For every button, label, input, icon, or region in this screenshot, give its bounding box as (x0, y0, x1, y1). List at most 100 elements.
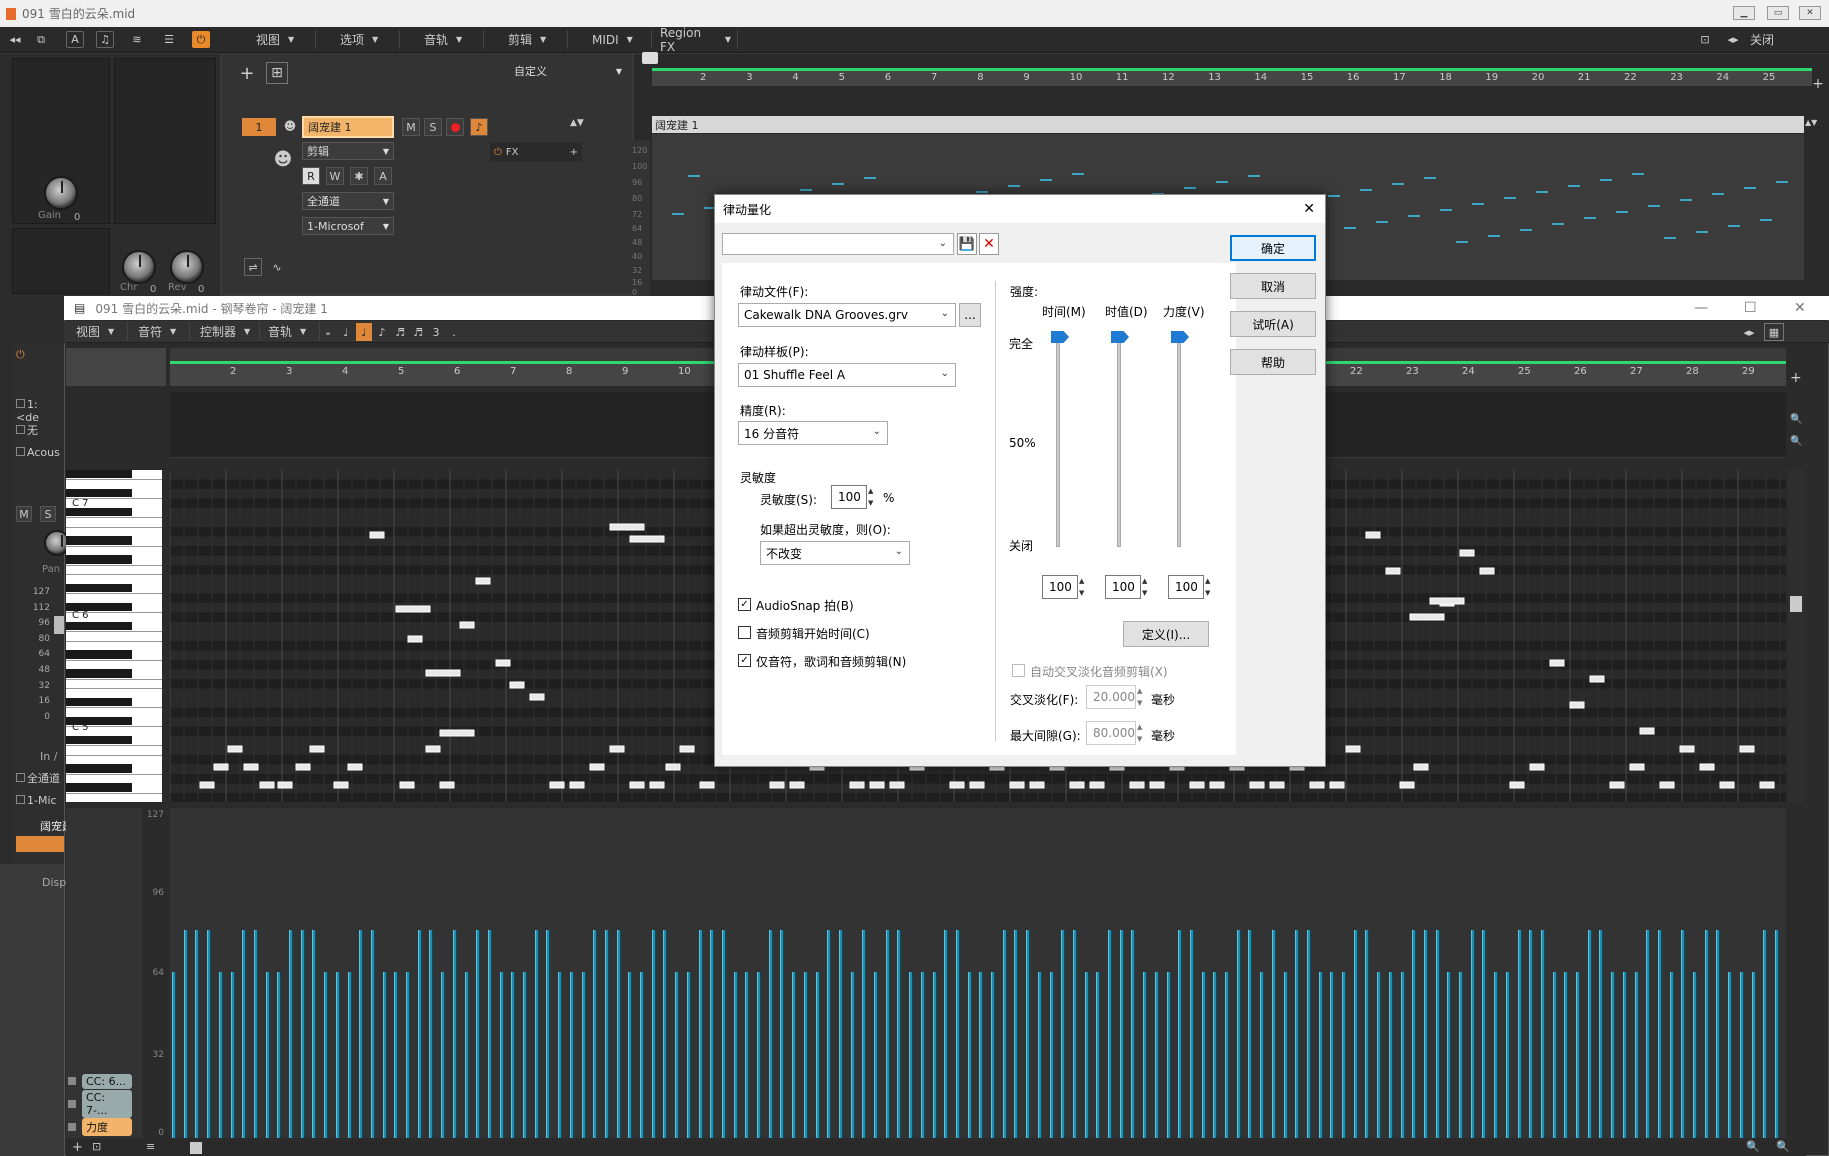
velocity-bar[interactable] (885, 930, 890, 1138)
velocity-bar[interactable] (1108, 930, 1112, 1138)
midi-note[interactable] (1629, 763, 1645, 771)
side-vel-fader[interactable] (54, 616, 64, 634)
velocity-bar[interactable] (909, 971, 914, 1138)
midi-note[interactable] (629, 781, 645, 789)
velocity-input[interactable]: 100 (1168, 575, 1204, 599)
midi-note[interactable] (1365, 531, 1381, 539)
midi-note[interactable] (1385, 567, 1401, 575)
velocity-bar[interactable] (1014, 930, 1019, 1138)
midi-note[interactable] (1399, 781, 1415, 789)
velocity-bar[interactable] (1365, 930, 1370, 1138)
velocity-bar[interactable] (1178, 930, 1183, 1138)
midi-note[interactable] (1129, 781, 1145, 789)
midi-note[interactable] (1189, 781, 1205, 789)
mute-button[interactable]: M (402, 118, 420, 136)
menu-track[interactable]: 音轨 ▼ (418, 30, 484, 49)
time-slider[interactable] (1056, 335, 1060, 547)
velocity-bar[interactable] (1423, 930, 1428, 1138)
notes-only-checkbox[interactable]: ✓ (738, 654, 751, 667)
midi-note[interactable] (277, 781, 293, 789)
velocity-bar[interactable] (616, 930, 621, 1138)
add-lane-icon[interactable]: + (72, 1140, 83, 1155)
read-automation-button[interactable]: R (302, 167, 320, 185)
velocity-bar[interactable] (1599, 930, 1604, 1138)
midi-note[interactable] (1089, 781, 1105, 789)
note-quarter-icon[interactable]: ♩ (356, 323, 372, 341)
lane-cc7[interactable]: CC: 7-... (68, 1090, 134, 1118)
velocity-bar[interactable] (745, 971, 750, 1138)
close-button[interactable]: ✕ (1799, 6, 1821, 20)
right-zoom-in-icon[interactable]: 🔍 (1790, 436, 1802, 447)
velocity-bar[interactable] (1447, 971, 1452, 1138)
midi-note[interactable] (609, 745, 625, 753)
record-arm-button[interactable] (446, 118, 464, 136)
midi-note[interactable] (1149, 781, 1165, 789)
midi-note[interactable] (1549, 659, 1565, 667)
velocity-bar[interactable] (511, 971, 516, 1138)
output-select[interactable]: 1-Microsof ▼ (302, 217, 394, 235)
velocity-bar[interactable] (1049, 971, 1054, 1138)
velocity-bar[interactable] (1330, 971, 1335, 1138)
velocity-bar[interactable] (1201, 971, 1206, 1138)
velocity-bar[interactable] (289, 930, 293, 1138)
velocity-bar[interactable] (1213, 971, 1218, 1138)
velocity-bar[interactable] (1084, 971, 1089, 1138)
velocity-bar[interactable] (1529, 930, 1534, 1138)
velocity-bar[interactable] (558, 971, 563, 1138)
zoom-out-icon[interactable]: 🔍 (1746, 1140, 1760, 1153)
velocity-bar[interactable] (710, 930, 715, 1138)
clip-scroll-icon[interactable]: ▲▼ (1805, 118, 1817, 127)
side-item-1[interactable]: 无 (16, 422, 64, 438)
velocity-bar[interactable] (370, 930, 375, 1138)
midi-note[interactable] (1209, 781, 1225, 789)
midi-note[interactable] (1459, 549, 1475, 557)
velocity-bar[interactable] (850, 971, 855, 1138)
velocity-bar[interactable] (979, 971, 984, 1138)
groove-pattern-combo[interactable]: 01 Shuffle Feel A ⌄ (738, 363, 956, 387)
note-whole-icon[interactable]: 𝅝 (320, 323, 336, 341)
black-key[interactable] (66, 669, 132, 678)
black-key[interactable] (66, 735, 132, 744)
velocity-bar[interactable] (944, 930, 949, 1138)
folder-track-icon[interactable]: ⊞ (266, 62, 288, 84)
audiosnap-checkbox[interactable]: ✓ (738, 598, 751, 611)
now-marker-handle[interactable] (642, 52, 658, 64)
note-eighth-icon[interactable]: ♪ (374, 323, 390, 341)
velocity-bar[interactable] (1318, 971, 1323, 1138)
velocity-bar[interactable] (1646, 930, 1651, 1138)
velocity-bar[interactable] (172, 971, 176, 1138)
velocity-bar[interactable] (733, 971, 738, 1138)
velocity-bar[interactable] (1751, 971, 1756, 1138)
velocity-bar[interactable] (1283, 971, 1288, 1138)
velocity-bar[interactable] (827, 930, 832, 1138)
waveform-icon[interactable]: ≋ (128, 31, 146, 48)
audio-start-checkbox[interactable] (738, 626, 751, 639)
sensitivity-input[interactable]: 100 (831, 485, 867, 509)
midi-note[interactable] (369, 531, 385, 539)
midi-note[interactable] (213, 763, 229, 771)
side-output[interactable]: 1-Mic (16, 794, 57, 807)
midi-note[interactable] (649, 781, 665, 789)
crossfade-spin-icon[interactable]: ▲ ▼ (1137, 685, 1142, 709)
pr-minimize-button[interactable]: — (1694, 300, 1708, 316)
midi-note[interactable] (569, 781, 585, 789)
midi-note[interactable] (439, 781, 455, 789)
note-sixteenth-icon[interactable]: ♬ (392, 323, 408, 341)
velocity-bar[interactable] (628, 971, 633, 1138)
midi-note[interactable] (1759, 781, 1775, 789)
lane-velocity-toggle[interactable] (68, 1123, 76, 1131)
velocity-bar[interactable] (1061, 930, 1066, 1138)
velocity-bar[interactable] (1587, 930, 1592, 1138)
midi-note[interactable] (1659, 781, 1675, 789)
crossfade-input[interactable]: 20.000 (1086, 685, 1136, 709)
clip-mode-select[interactable]: 剪辑 ▼ (302, 142, 394, 160)
velocity-bar[interactable] (1716, 930, 1721, 1138)
preset-combo[interactable]: ⌄ (722, 233, 954, 255)
velocity-bar[interactable] (1236, 930, 1241, 1138)
velocity-bar[interactable] (230, 971, 235, 1138)
velocity-bar[interactable] (874, 971, 878, 1138)
lane-cc6-toggle[interactable] (68, 1077, 76, 1085)
velocity-bar[interactable] (1634, 971, 1639, 1138)
star-button[interactable]: ✱ (350, 167, 368, 185)
midi-note[interactable] (849, 781, 865, 789)
